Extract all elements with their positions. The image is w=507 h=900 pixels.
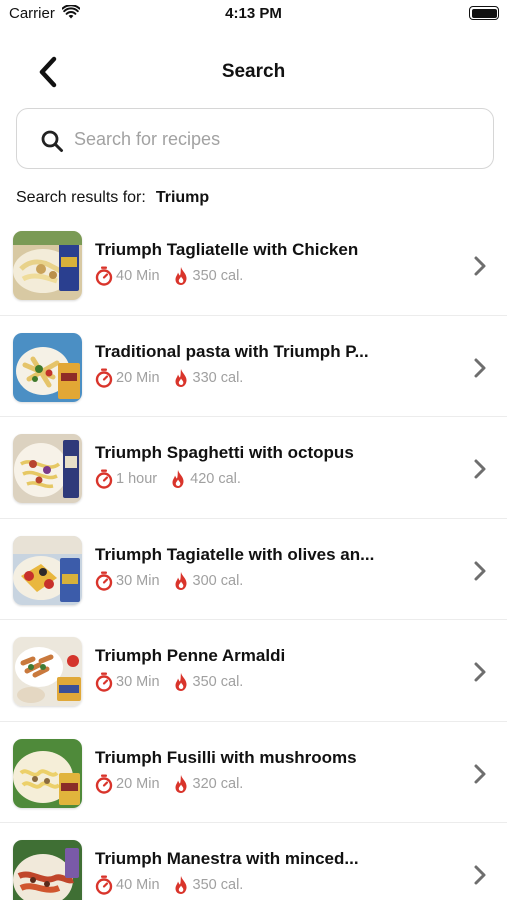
recipe-calories: 350 cal. — [192, 268, 244, 284]
recipe-time: 20 Min — [116, 369, 160, 386]
recipe-time: 30 Min — [116, 572, 160, 589]
recipe-calories: 350 cal. — [192, 877, 244, 893]
flame-icon — [175, 673, 187, 691]
recipe-time: 40 Min — [116, 877, 160, 893]
status-bar: Carrier 4:13 PM — [0, 0, 507, 30]
battery-icon — [469, 6, 499, 20]
recipe-row[interactable]: Triumph Fusilli with mushrooms 20 Min 32… — [0, 722, 507, 823]
status-time: 4:13 PM — [225, 5, 282, 22]
recipe-title: Triumph Spaghetti with octopus — [95, 443, 354, 462]
flame-icon — [175, 267, 187, 285]
timer-icon — [95, 672, 113, 692]
recipe-meta: 40 Min 350 cal. — [95, 874, 243, 896]
recipe-thumbnail — [13, 332, 82, 402]
chevron-right-icon — [474, 764, 486, 783]
recipe-time: 30 Min — [116, 674, 160, 690]
chevron-right-icon — [474, 459, 486, 479]
timer-icon — [95, 266, 113, 286]
results-query: Triump — [155, 189, 210, 206]
recipe-time: 1 hour — [116, 471, 158, 487]
recipe-calories: 420 cal. — [190, 471, 241, 487]
recipe-thumbnail — [13, 738, 82, 808]
search-results-header: Search results for: Triump — [16, 189, 209, 207]
recipe-title: Triumph Tagiatelle with olives an... — [95, 544, 375, 564]
recipe-title: Triumph Fusilli with mushrooms — [95, 747, 357, 767]
recipe-meta: 20 Min 330 cal. — [95, 367, 243, 389]
recipe-list: Triumph Tagliatelle with Chicken 40 Min … — [0, 214, 507, 900]
recipe-meta: 30 Min 350 cal. — [95, 671, 243, 693]
chevron-right-icon — [474, 561, 486, 580]
recipe-row[interactable]: Traditional pasta with Triumph P... 20 M… — [0, 316, 507, 417]
recipe-calories: 300 cal. — [192, 572, 244, 589]
recipe-time: 40 Min — [116, 268, 160, 284]
recipe-row[interactable]: Triumph Tagiatelle with olives an... 30 … — [0, 519, 507, 620]
navigation-bar: Search — [0, 44, 507, 100]
recipe-title: Triumph Tagliatelle with Chicken — [95, 240, 359, 259]
recipe-thumbnail — [13, 231, 82, 300]
timer-icon — [95, 774, 113, 794]
chevron-right-icon — [474, 358, 486, 377]
recipe-meta: 1 hour 420 cal. — [95, 468, 241, 490]
chevron-right-icon — [474, 662, 486, 682]
recipe-meta: 40 Min 350 cal. — [95, 265, 243, 287]
recipe-thumbnail — [13, 434, 82, 503]
flame-icon — [175, 876, 187, 894]
recipe-thumbnail — [13, 637, 82, 706]
recipe-calories: 320 cal. — [192, 775, 244, 792]
recipe-thumbnail — [13, 535, 82, 605]
recipe-title: Triumph Manestra with minced... — [95, 849, 359, 868]
recipe-row[interactable]: Triumph Spaghetti with octopus 1 hour 42… — [0, 417, 507, 519]
chevron-right-icon — [474, 865, 486, 885]
flame-icon — [175, 774, 187, 793]
recipe-time: 20 Min — [116, 775, 160, 792]
results-label: Search results for: — [16, 189, 146, 206]
recipe-calories: 330 cal. — [192, 369, 244, 386]
recipe-row[interactable]: Triumph Penne Armaldi 30 Min 350 cal. — [0, 620, 507, 722]
recipe-calories: 350 cal. — [192, 674, 244, 690]
search-bar[interactable] — [16, 108, 494, 169]
chevron-right-icon — [474, 256, 486, 276]
search-icon — [41, 130, 63, 152]
recipe-meta: 30 Min 300 cal. — [95, 570, 243, 592]
flame-icon — [172, 470, 184, 488]
page-title: Search — [221, 61, 286, 82]
timer-icon — [95, 469, 113, 489]
search-input[interactable] — [74, 124, 474, 154]
recipe-row[interactable]: Triumph Tagliatelle with Chicken 40 Min … — [0, 214, 507, 316]
recipe-meta: 20 Min 320 cal. — [95, 773, 243, 795]
flame-icon — [175, 571, 187, 590]
timer-icon — [95, 571, 113, 591]
recipe-title: Triumph Penne Armaldi — [95, 646, 286, 665]
timer-icon — [95, 368, 113, 388]
flame-icon — [175, 368, 187, 387]
recipe-thumbnail — [13, 840, 82, 900]
recipe-row[interactable]: Triumph Manestra with minced... 40 Min 3… — [0, 823, 507, 900]
timer-icon — [95, 875, 113, 895]
recipe-title: Traditional pasta with Triumph P... — [95, 341, 369, 361]
